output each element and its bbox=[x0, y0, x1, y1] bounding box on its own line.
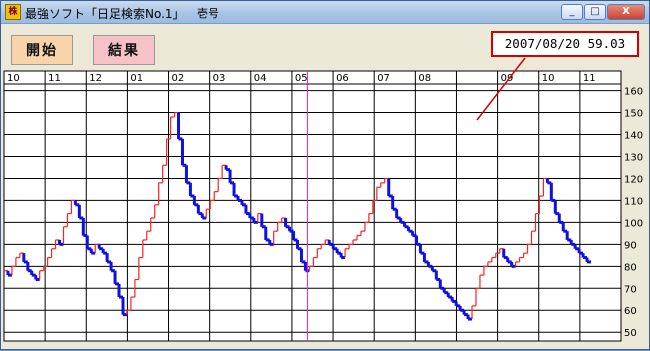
y-tick-label: 110 bbox=[624, 196, 643, 207]
x-tick-label: 08 bbox=[418, 73, 431, 84]
x-tick-label: 01 bbox=[130, 73, 143, 84]
y-tick-label: 60 bbox=[624, 306, 637, 317]
x-tick-label: 06 bbox=[336, 73, 349, 84]
x-tick-label: 10 bbox=[7, 73, 20, 84]
x-tick-label: 12 bbox=[89, 73, 102, 84]
x-tick-label: 03 bbox=[213, 73, 226, 84]
x-tick-label: 04 bbox=[254, 73, 267, 84]
price-chart[interactable]: 10 11 12 01 02 03 04 05 06 07 08 09 10 11506070809010… bbox=[1, 1, 650, 351]
y-tick-label: 80 bbox=[624, 262, 637, 273]
x-tick-label: 10 bbox=[542, 73, 555, 84]
y-tick-label: 120 bbox=[624, 174, 643, 185]
y-tick-label: 140 bbox=[624, 131, 643, 142]
y-tick-label: 50 bbox=[624, 328, 637, 339]
x-tick-label: 02 bbox=[172, 73, 185, 84]
y-tick-label: 100 bbox=[624, 218, 643, 229]
plot-area bbox=[3, 70, 622, 342]
y-tick-label: 130 bbox=[624, 152, 643, 163]
y-tick-label: 70 bbox=[624, 284, 637, 295]
app-window: 株 最強ソフト「日足検索No.1」 壱号 _ □ X 開始 結果 2007/08… bbox=[0, 0, 650, 350]
y-tick-label: 160 bbox=[624, 87, 643, 98]
y-tick-label: 90 bbox=[624, 240, 637, 251]
x-tick-label: 07 bbox=[377, 73, 390, 84]
x-tick-label: 11 bbox=[48, 73, 61, 84]
x-tick-label: 11 bbox=[583, 73, 596, 84]
y-tick-label: 150 bbox=[624, 109, 643, 120]
x-tick-label: 05 bbox=[295, 73, 308, 84]
